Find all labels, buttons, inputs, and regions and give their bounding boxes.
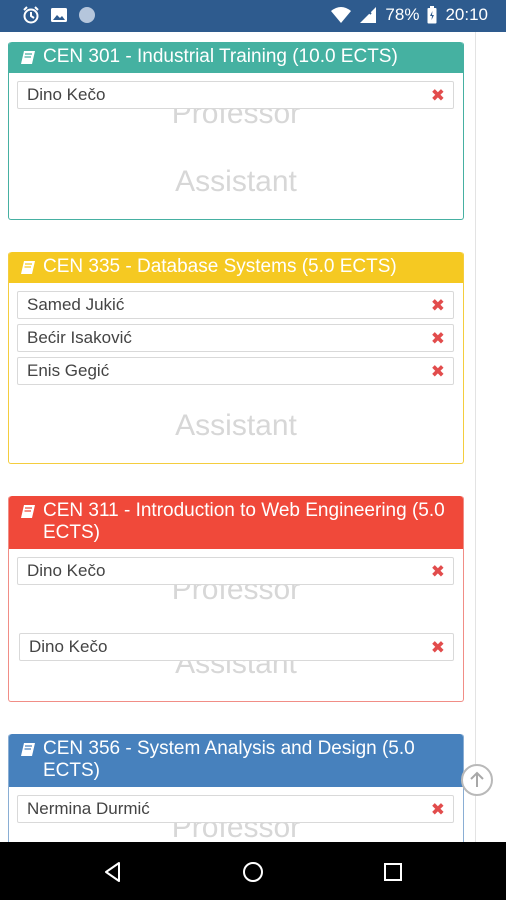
book-icon bbox=[21, 261, 35, 274]
person-name: Bećir Isaković bbox=[27, 328, 132, 347]
wifi-icon bbox=[331, 7, 352, 23]
remove-icon[interactable]: ✖ bbox=[431, 293, 445, 319]
assistant-item[interactable]: Dino Kečo ✖ bbox=[19, 633, 454, 661]
professor-item[interactable]: Bećir Isaković ✖ bbox=[17, 324, 454, 352]
course-header: CEN 335 - Database Systems (5.0 ECTS) bbox=[9, 252, 463, 283]
remove-icon[interactable]: ✖ bbox=[431, 83, 445, 109]
image-icon bbox=[51, 8, 67, 22]
course-card: CEN 311 - Introduction to Web Engineerin… bbox=[8, 496, 464, 702]
assistant-label: Assistant bbox=[175, 165, 297, 198]
remove-icon[interactable]: ✖ bbox=[431, 326, 445, 352]
clock: 20:10 bbox=[445, 5, 488, 24]
person-name: Dino Kečo bbox=[29, 637, 108, 656]
professor-item[interactable]: Samed Jukić ✖ bbox=[17, 291, 454, 319]
navigation-bar bbox=[0, 842, 506, 900]
circle-icon bbox=[79, 7, 95, 23]
remove-icon[interactable]: ✖ bbox=[431, 559, 445, 585]
remove-icon[interactable]: ✖ bbox=[431, 797, 445, 823]
signal-icon bbox=[360, 7, 377, 23]
battery-percent: 78% bbox=[385, 5, 420, 24]
assistant-label: Assistant bbox=[175, 409, 297, 442]
person-name: Dino Kečo bbox=[27, 85, 106, 104]
person-name: Enis Gegić bbox=[27, 361, 110, 380]
status-bar: 78% 20:10 bbox=[0, 0, 506, 32]
back-icon[interactable] bbox=[101, 860, 125, 884]
course-card: CEN 335 - Database Systems (5.0 ECTS) Sa… bbox=[8, 252, 464, 464]
course-title: CEN 335 - Database Systems (5.0 ECTS) bbox=[43, 256, 397, 277]
scrollbar[interactable] bbox=[475, 32, 476, 842]
professor-item[interactable]: Dino Kečo ✖ bbox=[17, 81, 454, 109]
course-header: CEN 356 - System Analysis and Design (5.… bbox=[9, 734, 463, 787]
professor-item[interactable]: Dino Kečo ✖ bbox=[17, 557, 454, 585]
professor-item[interactable]: Nermina Durmić ✖ bbox=[17, 795, 454, 823]
person-name: Dino Kečo bbox=[27, 561, 106, 580]
home-icon[interactable] bbox=[241, 860, 265, 884]
drop-zone[interactable]: Dino Kečo ✖ Professor Assistant bbox=[9, 73, 463, 219]
arrow-up-icon bbox=[470, 771, 484, 787]
person-name: Samed Jukić bbox=[27, 295, 125, 314]
book-icon bbox=[21, 51, 35, 64]
course-header: CEN 301 - Industrial Training (10.0 ECTS… bbox=[9, 42, 463, 73]
drop-zone[interactable]: Nermina Durmić ✖ Professor bbox=[9, 787, 463, 842]
book-icon bbox=[21, 505, 35, 518]
remove-icon[interactable]: ✖ bbox=[431, 635, 445, 661]
course-title: CEN 311 - Introduction to Web Engineerin… bbox=[43, 500, 445, 543]
course-title: CEN 356 - System Analysis and Design (5.… bbox=[43, 738, 415, 781]
drop-zone[interactable]: Dino Kečo ✖ Professor Dino Kečo ✖ Assist… bbox=[9, 549, 463, 701]
alarm-icon bbox=[23, 6, 39, 24]
course-card: CEN 301 - Industrial Training (10.0 ECTS… bbox=[8, 42, 464, 220]
person-name: Nermina Durmić bbox=[27, 799, 150, 818]
professor-item[interactable]: Enis Gegić ✖ bbox=[17, 357, 454, 385]
course-list[interactable]: CEN 301 - Industrial Training (10.0 ECTS… bbox=[0, 32, 506, 842]
book-icon bbox=[21, 743, 35, 756]
course-card: CEN 356 - System Analysis and Design (5.… bbox=[8, 734, 464, 842]
scroll-to-top-button[interactable] bbox=[461, 764, 493, 796]
battery-icon bbox=[427, 6, 437, 24]
recents-icon[interactable] bbox=[381, 860, 405, 884]
course-title: CEN 301 - Industrial Training (10.0 ECTS… bbox=[43, 46, 398, 67]
course-header: CEN 311 - Introduction to Web Engineerin… bbox=[9, 496, 463, 549]
drop-zone[interactable]: Samed Jukić ✖ Bećir Isaković ✖ Enis Gegi… bbox=[9, 283, 463, 463]
remove-icon[interactable]: ✖ bbox=[431, 359, 445, 385]
